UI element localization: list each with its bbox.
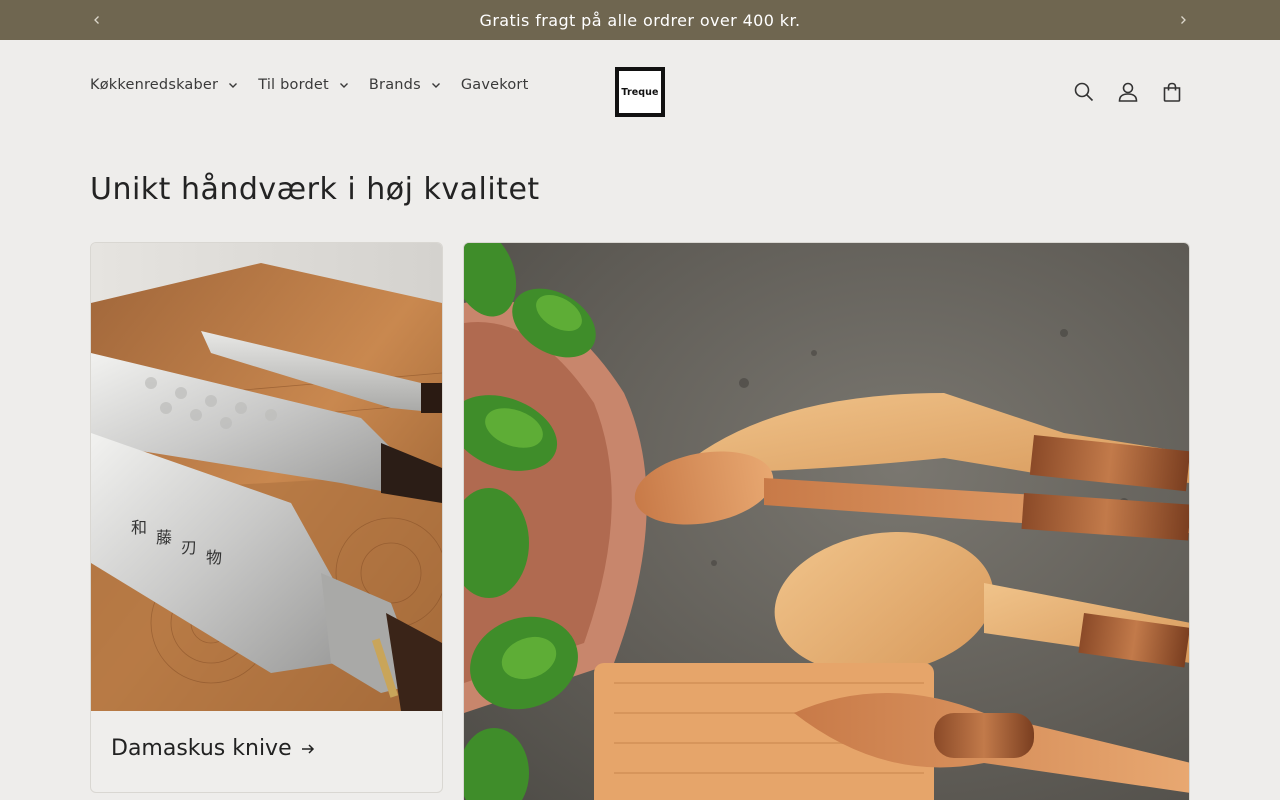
svg-text:藤: 藤 (156, 528, 172, 547)
nav-item-gavekort[interactable]: Gavekort (461, 77, 529, 93)
damascus-knives-image: 和藤刃物 (91, 243, 442, 711)
arrow-right-icon (301, 743, 314, 754)
account-button[interactable] (1106, 70, 1150, 114)
nav-item-label: Gavekort (460, 77, 529, 93)
account-icon (1118, 82, 1138, 102)
collection-card-wooden-utensils[interactable] (463, 242, 1190, 800)
chevron-left-icon (94, 16, 99, 24)
collection-card-caption[interactable]: Damaskus knive (111, 736, 316, 761)
nav-item-til-bordet[interactable]: Til bordet (258, 77, 350, 93)
wooden-utensils-image (464, 243, 1189, 800)
nav-item-label: Brands (368, 77, 421, 93)
announcement-text: Gratis fragt på alle ordrer over 400 kr. (479, 10, 801, 30)
announcement-bar: Gratis fragt på alle ordrer over 400 kr. (0, 0, 1280, 40)
nav-item-label: Køkkenredskaber (90, 77, 219, 93)
announcement-prev-button[interactable] (77, 0, 117, 40)
main-nav: Køkkenredskaber Til bordet Brands Gaveko… (90, 77, 547, 93)
site-logo[interactable]: Treque (615, 67, 665, 117)
chevron-down-icon (431, 83, 440, 88)
chevron-right-icon (1181, 16, 1186, 24)
header-icons (1062, 70, 1194, 114)
cart-button[interactable] (1150, 70, 1194, 114)
logo-text: Treque (621, 86, 659, 98)
nav-item-label: Til bordet (258, 77, 329, 93)
search-button[interactable] (1062, 70, 1106, 114)
announcement-next-button[interactable] (1163, 0, 1203, 40)
collection-card-damaskus-knive[interactable]: 和藤刃物 Damaskus knive (90, 242, 443, 793)
search-icon (1074, 82, 1094, 102)
collection-card-label: Damaskus knive (111, 736, 292, 761)
section-title: Unikt håndværk i høj kvalitet (90, 172, 540, 207)
nav-item-kokkenredskaber[interactable]: Køkkenredskaber (90, 77, 239, 93)
svg-text:物: 物 (206, 548, 222, 567)
chevron-down-icon (339, 83, 348, 88)
chevron-down-icon (229, 83, 238, 88)
svg-text:刃: 刃 (181, 538, 197, 557)
svg-text:和: 和 (131, 518, 147, 537)
nav-item-brands[interactable]: Brands (369, 77, 442, 93)
site-header: Køkkenredskaber Til bordet Brands Gaveko… (0, 40, 1280, 144)
cart-icon (1163, 82, 1181, 102)
